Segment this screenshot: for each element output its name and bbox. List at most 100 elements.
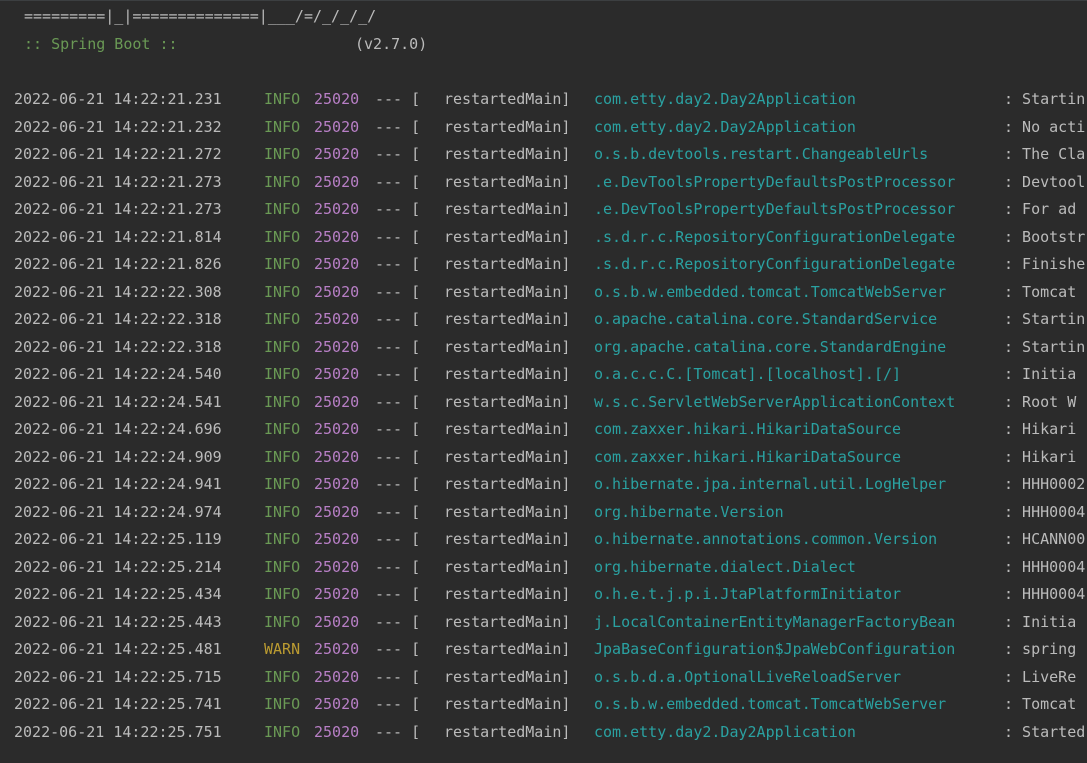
log-timestamp: 2022-06-21 14:22:25.715 (14, 667, 222, 686)
log-line[interactable]: 2022-06-21 14:22:22.318 INFO 25020 --- [res… (14, 307, 1087, 335)
log-timestamp: 2022-06-21 14:22:25.214 (14, 557, 222, 576)
log-message: : HHH0004 (1004, 585, 1086, 603)
log-message: : HHH0004 (1004, 502, 1086, 521)
log-message: : For ad (1004, 200, 1077, 218)
log-level: INFO (264, 557, 301, 576)
log-separator: --- [ (375, 392, 421, 411)
log-line[interactable]: 2022-06-21 14:22:25.443 INFO 25020 --- [res… (14, 610, 1087, 638)
log-message: : Finishe (1004, 255, 1086, 273)
log-thread: restartedMain] (444, 447, 571, 466)
log-thread: restartedMain] (444, 282, 571, 301)
log-message: : Bootstr (1004, 227, 1086, 246)
log-timestamp: 2022-06-21 14:22:24.909 (14, 447, 222, 466)
log-message: : Tomcat (1004, 282, 1077, 301)
log-level: INFO (264, 420, 301, 438)
log-logger: o.s.b.w.embedded.tomcat.TomcatWebServer (594, 695, 947, 713)
log-thread: restartedMain] (444, 117, 571, 136)
log-line[interactable]: 2022-06-21 14:22:24.909 INFO 25020 --- [res… (14, 445, 1087, 473)
log-level: INFO (264, 117, 301, 136)
log-timestamp: 2022-06-21 14:22:24.541 (14, 392, 222, 411)
log-line[interactable]: 2022-06-21 14:22:24.541 INFO 25020 --- [res… (14, 390, 1087, 418)
log-list: 2022-06-21 14:22:21.231 INFO 25020 --- [ res… (14, 87, 1087, 747)
log-line[interactable]: 2022-06-21 14:22:25.434 INFO 25020 --- [res… (14, 582, 1087, 610)
log-thread: restartedMain] (444, 172, 571, 191)
log-pid: 25020 (314, 420, 360, 438)
log-line[interactable]: 2022-06-21 14:22:25.481 WARN 25020 --- [res… (14, 637, 1087, 665)
log-separator: --- [ (375, 255, 421, 273)
log-pid: 25020 (314, 502, 360, 521)
log-line[interactable]: 2022-06-21 14:22:24.540 INFO 25020 --- [res… (14, 362, 1087, 390)
log-logger: o.apache.catalina.core.StandardService (594, 310, 938, 328)
log-timestamp: 2022-06-21 14:22:25.434 (14, 585, 222, 603)
log-thread: restartedMain] (444, 90, 571, 108)
log-message: : The Cla (1004, 145, 1086, 163)
log-message: : HHH0002 (1004, 475, 1086, 493)
log-separator: --- [ (375, 502, 421, 521)
log-level: INFO (264, 145, 301, 163)
log-pid: 25020 (314, 310, 360, 328)
log-logger: com.zaxxer.hikari.HikariDataSource (594, 420, 902, 438)
log-logger: .e.DevToolsPropertyDefaultsPostProcessor (594, 172, 956, 191)
log-line[interactable]: 2022-06-21 14:22:25.214 INFO 25020 --- [res… (14, 555, 1087, 583)
log-separator: --- [ (375, 365, 421, 383)
log-level: INFO (264, 90, 301, 108)
log-timestamp: 2022-06-21 14:22:25.119 (14, 530, 222, 548)
log-logger: org.hibernate.Version (594, 502, 784, 521)
log-line[interactable]: 2022-06-21 14:22:22.308 INFO 25020 --- [res… (14, 280, 1087, 308)
log-message: : spring (1004, 640, 1077, 658)
log-logger: com.etty.day2.Day2Application (594, 722, 856, 741)
spring-boot-version: (v2.7.0) (355, 35, 428, 53)
log-line[interactable]: 2022-06-21 14:22:21.272 INFO 25020 --- [res… (14, 142, 1087, 170)
log-pid: 25020 (314, 255, 360, 273)
console-output[interactable]: =========|_|==============|___/=/_/_/_/ … (0, 0, 1087, 763)
log-separator: --- [ (375, 172, 421, 191)
log-pid: 25020 (314, 612, 360, 631)
log-thread: restartedMain] (444, 612, 571, 631)
log-line[interactable]: 2022-06-21 14:22:24.974 INFO 25020 --- [res… (14, 500, 1087, 528)
log-logger: o.hibernate.jpa.internal.util.LogHelper (594, 475, 947, 493)
log-line[interactable]: 2022-06-21 14:22:21.231 INFO 25020 --- [res… (14, 87, 1087, 115)
log-line[interactable]: 2022-06-21 14:22:21.826 INFO 25020 --- [res… (14, 252, 1087, 280)
log-line[interactable]: 2022-06-21 14:22:21.814 INFO 25020 --- [res… (14, 225, 1087, 253)
log-line[interactable]: 2022-06-21 14:22:25.715 INFO 25020 --- [res… (14, 665, 1087, 693)
log-line[interactable]: 2022-06-21 14:22:21.232 INFO 25020 --- [res… (14, 115, 1087, 143)
log-separator: --- [ (375, 640, 421, 658)
log-separator: --- [ (375, 722, 421, 741)
log-pid: 25020 (314, 392, 360, 411)
log-timestamp: 2022-06-21 14:22:25.751 (14, 722, 222, 741)
log-line[interactable]: 2022-06-21 14:22:25.741 INFO 25020 --- [res… (14, 692, 1087, 720)
log-logger: JpaBaseConfiguration$JpaWebConfiguration (594, 640, 956, 658)
log-pid: 25020 (314, 530, 360, 548)
log-pid: 25020 (314, 640, 360, 658)
log-message: : Startin (1004, 90, 1086, 108)
log-logger: o.hibernate.annotations.common.Version (594, 530, 938, 548)
log-line[interactable]: 2022-06-21 14:22:24.696 INFO 25020 --- [res… (14, 417, 1087, 445)
log-separator: --- [ (375, 695, 421, 713)
log-thread: restartedMain] (444, 145, 571, 163)
log-line[interactable]: 2022-06-21 14:22:22.318 INFO 25020 --- [res… (14, 335, 1087, 363)
log-logger: org.apache.catalina.core.StandardEngine (594, 337, 947, 356)
log-level: INFO (264, 447, 301, 466)
log-logger: o.h.e.t.j.p.i.JtaPlatformInitiator (594, 585, 902, 603)
log-separator: --- [ (375, 310, 421, 328)
log-pid: 25020 (314, 337, 360, 356)
log-line[interactable]: 2022-06-21 14:22:21.273 INFO 25020 --- [res… (14, 197, 1087, 225)
log-pid: 25020 (314, 90, 360, 108)
log-line[interactable]: 2022-06-21 14:22:25.119 INFO 25020 --- [res… (14, 527, 1087, 555)
log-line[interactable]: 2022-06-21 14:22:24.941 INFO 25020 --- [res… (14, 472, 1087, 500)
log-level: INFO (264, 365, 301, 383)
log-separator: --- [ (375, 475, 421, 493)
log-message: : Initia (1004, 365, 1077, 383)
log-line[interactable]: 2022-06-21 14:22:21.273 INFO 25020 --- [res… (14, 170, 1087, 198)
log-thread: restartedMain] (444, 640, 571, 658)
log-level: INFO (264, 667, 301, 686)
log-message: : Tomcat (1004, 695, 1077, 713)
log-pid: 25020 (314, 282, 360, 301)
log-line[interactable]: 2022-06-21 14:22:25.751 INFO 25020 --- [res… (14, 720, 1087, 748)
log-separator: --- [ (375, 667, 421, 686)
log-logger: o.s.b.devtools.restart.ChangeableUrls (594, 145, 929, 163)
log-separator: --- [ (375, 117, 421, 136)
log-level: INFO (264, 255, 301, 273)
log-level: INFO (264, 392, 301, 411)
log-timestamp: 2022-06-21 14:22:21.231 (14, 90, 222, 108)
